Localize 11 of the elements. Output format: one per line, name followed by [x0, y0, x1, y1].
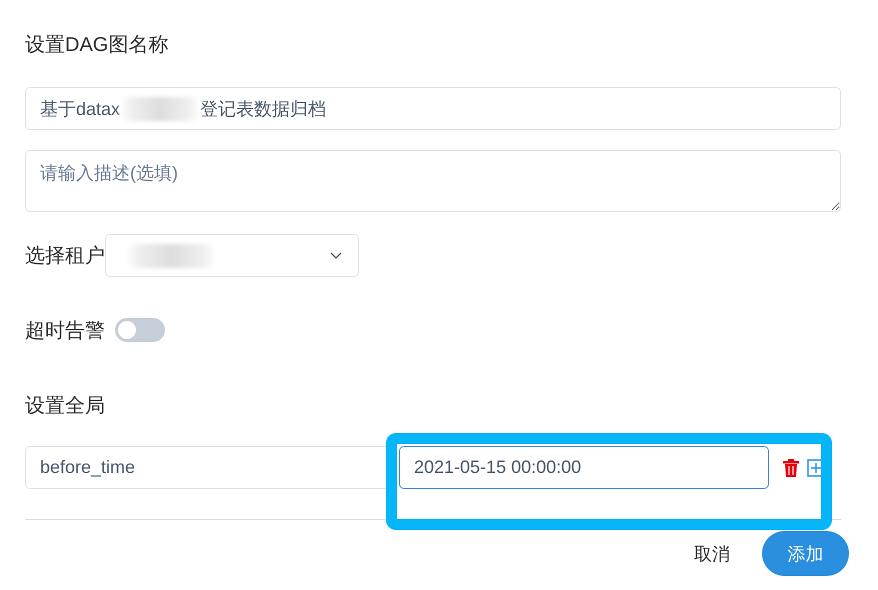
- param-value-field[interactable]: 2021-05-15 00:00:00: [399, 446, 769, 489]
- toggle-switch[interactable]: [115, 318, 165, 342]
- name-field[interactable]: 基于datax 登记表数据归档: [25, 87, 841, 130]
- trash-icon[interactable]: [783, 458, 799, 476]
- chevron-down-icon: [330, 252, 342, 260]
- description-field[interactable]: 请输入描述(选填): [25, 150, 841, 212]
- globals-label: 设置全局: [25, 394, 105, 418]
- cancel-button[interactable]: 取消: [686, 534, 738, 574]
- dialog-title: 设置DAG图名称: [25, 33, 168, 58]
- alarm-label: 超时告警: [25, 318, 105, 344]
- tenant-label: 选择租户: [25, 244, 105, 269]
